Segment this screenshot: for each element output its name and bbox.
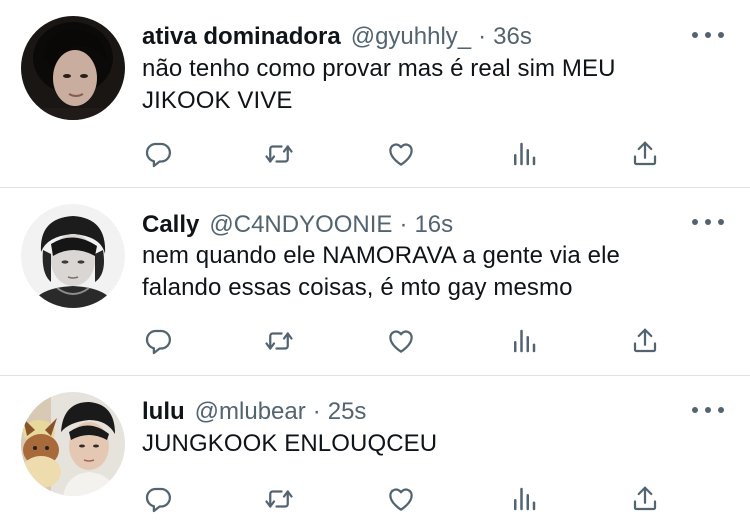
avatar[interactable] xyxy=(21,204,125,308)
tweet[interactable]: Cally @C4NDYOONIE · 16s nem quando ele N… xyxy=(0,188,750,375)
separator-dot: · xyxy=(312,398,321,425)
tweet-text-line: falando essas coisas, é mto gay mesmo xyxy=(142,274,573,301)
more-dots-icon[interactable] xyxy=(692,25,724,45)
more-dots-icon[interactable] xyxy=(692,212,724,232)
retweet-icon[interactable] xyxy=(262,482,296,516)
timestamp[interactable]: 16s xyxy=(414,210,453,240)
reply-icon[interactable] xyxy=(141,482,175,516)
separator-dot: · xyxy=(399,211,408,238)
user-handle[interactable]: @gyuhhly_ xyxy=(351,22,471,52)
action-bar xyxy=(0,482,750,516)
tweet-text: nem quando ele NAMORAVA a gente via ele … xyxy=(142,240,702,304)
retweet-icon[interactable] xyxy=(262,137,296,171)
views-chart-icon[interactable] xyxy=(507,324,541,358)
tweet-header: Cally @C4NDYOONIE · 16s xyxy=(142,210,453,240)
avatar-image xyxy=(21,204,125,308)
display-name[interactable]: ativa dominadora xyxy=(142,22,341,52)
heart-icon[interactable] xyxy=(384,324,418,358)
tweet-text: não tenho como provar mas é real sim MEU… xyxy=(142,53,702,117)
reply-icon[interactable] xyxy=(141,324,175,358)
display-name[interactable]: Cally xyxy=(142,210,199,240)
tweet-text-line: não tenho como provar mas é real sim MEU xyxy=(142,55,616,82)
heart-icon[interactable] xyxy=(384,482,418,516)
separator-dot: · xyxy=(478,23,487,50)
tweet-text: JUNGKOOK ENLOUQCEU xyxy=(142,428,702,460)
user-handle[interactable]: @C4NDYOONIE xyxy=(209,210,392,240)
retweet-icon[interactable] xyxy=(262,324,296,358)
timestamp[interactable]: 36s xyxy=(493,22,532,52)
tweet-text-line: JIKOOK VIVE xyxy=(142,87,293,114)
tweet-text-line: nem quando ele NAMORAVA a gente via ele xyxy=(142,242,620,269)
display-name[interactable]: lulu xyxy=(142,397,185,427)
share-icon[interactable] xyxy=(628,137,662,171)
action-bar xyxy=(0,324,750,358)
tweet-header: lulu @mlubear · 25s xyxy=(142,397,366,427)
more-dots-icon[interactable] xyxy=(692,400,724,420)
views-chart-icon[interactable] xyxy=(507,482,541,516)
share-icon[interactable] xyxy=(628,324,662,358)
reply-icon[interactable] xyxy=(141,137,175,171)
tweet-text-line: JUNGKOOK ENLOUQCEU xyxy=(142,430,438,457)
heart-icon[interactable] xyxy=(384,137,418,171)
views-chart-icon[interactable] xyxy=(507,137,541,171)
action-bar xyxy=(0,137,750,171)
tweet[interactable]: ativa dominadora @gyuhhly_ · 36s não ten… xyxy=(0,0,750,187)
avatar-image xyxy=(21,16,125,120)
share-icon[interactable] xyxy=(628,482,662,516)
avatar-image xyxy=(21,392,125,496)
avatar[interactable] xyxy=(21,392,125,496)
avatar[interactable] xyxy=(21,16,125,120)
user-handle[interactable]: @mlubear xyxy=(195,397,306,427)
tweet-header: ativa dominadora @gyuhhly_ · 36s xyxy=(142,22,532,52)
tweet[interactable]: lulu @mlubear · 25s JUNGKOOK ENLOUQCEU xyxy=(0,376,750,530)
timestamp[interactable]: 25s xyxy=(328,397,367,427)
